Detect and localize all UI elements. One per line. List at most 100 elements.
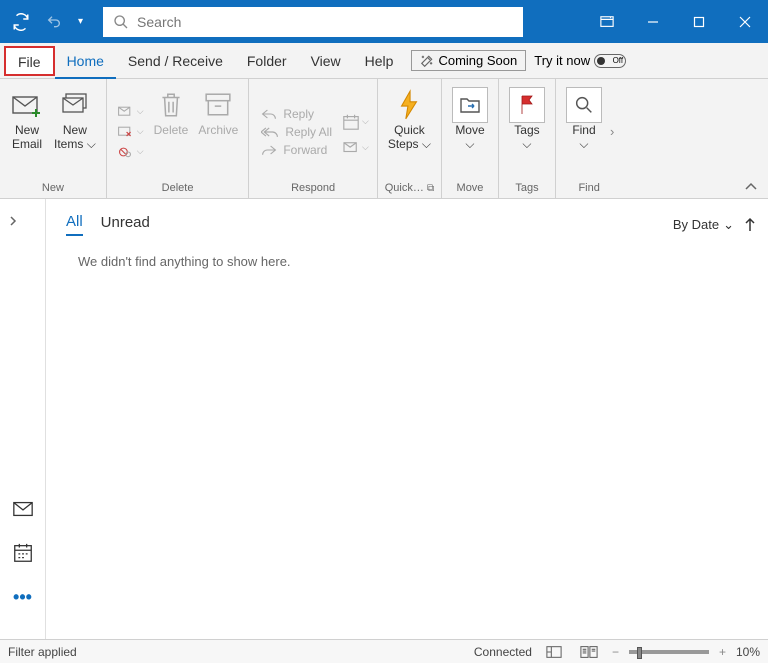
quick-steps-label: Quick Steps ⌵ [388,123,431,151]
sort-label: By Date [673,217,719,232]
ribbon: New Email New Items ⌵ New ⌵ ⌵ ⌵ Dele [0,79,768,199]
group-label-delete: Delete [113,180,243,198]
ribbon-group-find: Find⌵ › Find [556,79,622,198]
new-email-button[interactable]: New Email [6,83,48,180]
new-email-label: New Email [12,123,42,151]
tab-file[interactable]: File [4,46,55,76]
tab-help[interactable]: Help [353,43,406,79]
ribbon-group-tags: Tags⌵ Tags [499,79,556,198]
collapse-ribbon-icon[interactable] [734,176,768,198]
ribbon-display-icon[interactable] [584,0,630,43]
chevron-down-icon: ⌵ [465,137,474,151]
search-icon [113,14,129,30]
tags-label: Tags⌵ [514,123,539,151]
chevron-down-icon: ⌵ [422,137,431,151]
reply-button[interactable]: Reply [255,105,338,123]
ribbon-tabs: File Home Send / Receive Folder View Hel… [0,43,768,79]
new-items-button[interactable]: New Items ⌵ [50,83,100,180]
undo-icon[interactable] [42,10,66,34]
tags-button[interactable]: Tags⌵ [505,83,549,180]
zoom-slider[interactable] [629,650,709,654]
titlebar: ▾ [0,0,768,43]
sync-icon[interactable] [8,9,34,35]
tab-send-receive[interactable]: Send / Receive [116,43,235,79]
move-folder-icon [452,87,488,123]
content: ••• All Unread By Date ⌄ We didn't find … [0,199,768,639]
zoom-in-icon[interactable]: + [719,645,726,659]
minimize-button[interactable] [630,0,676,43]
move-label: Move⌵ [455,123,484,151]
find-icon [566,87,602,123]
ribbon-group-respond: Reply Reply All Forward ⌵ ⌵ Respond [249,79,378,198]
nav-rail: ••• [0,199,46,639]
archive-icon [204,87,232,123]
search-box[interactable] [103,7,523,37]
find-button[interactable]: Find⌵ [562,83,606,180]
ribbon-overflow-icon[interactable]: › [608,83,616,180]
view-normal-icon[interactable] [542,643,566,661]
window-controls [584,0,768,43]
archive-label: Archive [198,123,238,137]
coming-soon-label: Coming Soon [438,53,517,68]
junk-button[interactable]: ⌵ [113,143,148,161]
wand-icon [420,54,434,68]
more-respond-button[interactable]: ⌵ [340,139,371,157]
search-input[interactable] [137,14,513,30]
mail-pane: All Unread By Date ⌄ We didn't find anyt… [46,199,768,639]
qat-dropdown-icon[interactable]: ▾ [74,12,87,31]
ribbon-group-quick-steps: Quick Steps ⌵ Quick… ⧉ [378,79,442,198]
dialog-launcher-icon[interactable]: ⧉ [427,183,434,194]
group-label-find: Find [562,180,616,198]
try-it-now-toggle[interactable]: Try it now Off [534,53,626,68]
ribbon-group-delete: ⌵ ⌵ ⌵ Delete Archive Delete [107,79,250,198]
maximize-button[interactable] [676,0,722,43]
group-label-new: New [6,180,100,198]
delete-label: Delete [154,123,189,137]
nav-calendar-icon[interactable] [0,531,45,575]
archive-button[interactable]: Archive [194,83,242,180]
cleanup-button[interactable]: ⌵ [113,123,148,141]
chevron-down-icon: ⌵ [87,137,96,151]
tab-view[interactable]: View [299,43,353,79]
flag-icon [509,87,545,123]
close-button[interactable] [722,0,768,43]
filter-all[interactable]: All [66,213,83,236]
lightning-icon [397,87,421,123]
new-email-icon [11,87,43,123]
try-it-label: Try it now [534,53,590,68]
ribbon-group-new: New Email New Items ⌵ New [0,79,107,198]
empty-message: We didn't find anything to show here. [58,254,756,269]
meeting-button[interactable]: ⌵ [340,111,371,133]
qat: ▾ [0,9,87,35]
sort-by-button[interactable]: By Date ⌄ [673,217,734,233]
new-items-icon [60,87,90,123]
ribbon-group-move: Move⌵ Move [442,79,499,198]
tab-home[interactable]: Home [55,43,116,79]
expand-nav-icon[interactable] [0,207,45,235]
group-label-quick: Quick… ⧉ [384,180,435,198]
group-label-respond: Respond [255,180,371,198]
delete-button[interactable]: Delete [150,83,193,180]
status-bar: Filter applied Connected − + 10% [0,639,768,663]
nav-more-icon[interactable]: ••• [0,575,45,619]
status-filter: Filter applied [8,645,77,659]
tab-folder[interactable]: Folder [235,43,299,79]
chevron-down-icon: ⌵ [579,137,588,151]
quick-steps-button[interactable]: Quick Steps ⌵ [384,83,435,180]
reply-all-button[interactable]: Reply All [255,123,338,141]
coming-soon-button[interactable]: Coming Soon [411,50,526,71]
find-label: Find⌵ [572,123,595,151]
sort-direction-icon[interactable] [744,217,756,233]
ignore-button[interactable]: ⌵ [113,103,148,121]
chevron-down-icon: ⌵ [522,137,531,151]
new-items-label: New Items ⌵ [54,123,96,151]
chevron-down-icon: ⌄ [723,217,734,233]
filter-unread[interactable]: Unread [101,214,150,235]
mail-filter-bar: All Unread By Date ⌄ [58,213,756,236]
move-button[interactable]: Move⌵ [448,83,492,180]
toggle-pill: Off [594,54,626,68]
nav-mail-icon[interactable] [0,487,45,531]
forward-button[interactable]: Forward [255,141,338,159]
view-reading-icon[interactable] [576,643,602,661]
zoom-out-icon[interactable]: − [612,645,619,659]
